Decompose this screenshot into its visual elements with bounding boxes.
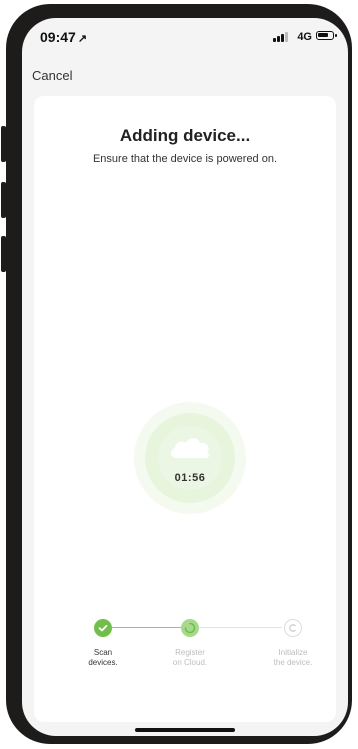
progress-ring-outer: 01:56 [134, 402, 246, 514]
step-connector-done [110, 627, 190, 628]
battery-icon [316, 31, 337, 40]
clock: 09:47 ↗ [40, 29, 87, 45]
step-register-line1: Register [175, 648, 205, 657]
c-circle-icon [289, 624, 296, 632]
step-connector-pending [198, 627, 282, 628]
step-register-line2: on Cloud. [172, 658, 208, 667]
location-icon: ↗ [77, 33, 88, 45]
signal-icon [273, 32, 288, 42]
progress-steps: Scan devices. Register on Cloud. Initial… [34, 614, 336, 674]
network-type: 4G [297, 31, 312, 43]
cloud-icon [171, 438, 210, 458]
spinner-icon [184, 622, 196, 634]
step-initialize-dot [284, 619, 302, 637]
countdown-timer: 01:56 [174, 472, 206, 484]
step-scan-label: Scan devices. [68, 648, 138, 668]
status-bar: 09:47 ↗ 4G [22, 18, 348, 58]
page-title: Adding device... [119, 126, 251, 145]
page-subtitle: Ensure that the device is powered on. [92, 153, 278, 165]
step-scan-dot [94, 619, 112, 637]
volume-down-button [1, 236, 6, 272]
phone-frame: 09:47 ↗ 4G Cancel Adding device... Ensure… [1, 4, 352, 744]
step-scan-line2: devices. [88, 658, 118, 667]
step-register-dot [181, 619, 199, 637]
home-indicator[interactable] [135, 728, 235, 732]
step-initialize-line2: the device. [273, 658, 313, 667]
cancel-button[interactable]: Cancel [32, 68, 72, 83]
step-scan-line1: Scan [93, 648, 113, 657]
step-initialize-label: Initialize the device. [258, 648, 328, 668]
step-register-label: Register on Cloud. [155, 648, 225, 668]
volume-up-button [1, 182, 6, 218]
screen: 09:47 ↗ 4G Cancel Adding device... Ensure… [22, 18, 348, 736]
adding-device-card: Adding device... Ensure that the device … [34, 96, 336, 722]
mute-switch [1, 126, 6, 162]
step-initialize-line1: Initialize [278, 648, 308, 657]
clock-time: 09:47 [40, 29, 76, 45]
check-icon [98, 624, 108, 632]
